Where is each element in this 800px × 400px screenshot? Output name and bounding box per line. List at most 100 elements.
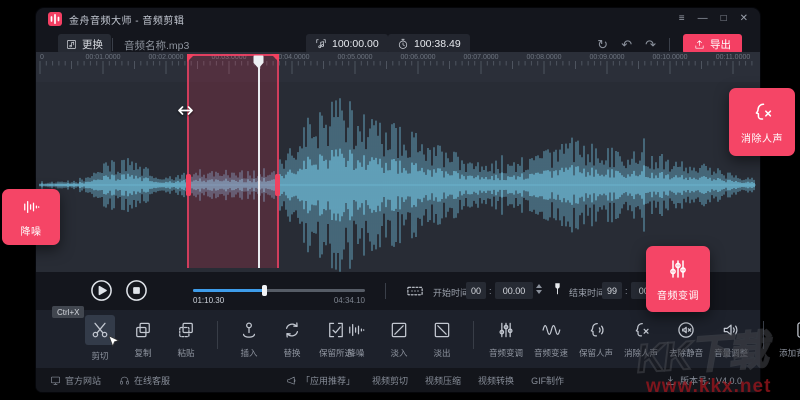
start-time-label: 开始时间: [433, 286, 469, 299]
statusbar-item-app-recommend[interactable]: 「应用推荐」: [286, 374, 355, 387]
progress-fill: [193, 289, 264, 292]
undo-icon[interactable]: ↶: [621, 38, 632, 51]
tool-pitch[interactable]: 音频变调: [489, 319, 523, 359]
start-pin-icon[interactable]: [550, 281, 565, 296]
denoise-bars-icon: [346, 320, 366, 340]
monitor-icon: [50, 375, 61, 386]
divider: [763, 321, 764, 349]
music-note-icon: [66, 39, 77, 50]
remove-vocal-x-icon: [750, 100, 774, 124]
timeline-label: 00:06.0000: [400, 54, 435, 61]
tool-remove-silence[interactable]: 去除静音: [669, 319, 703, 359]
divider: [112, 38, 113, 51]
elapsed-time-value: 100:38.49: [414, 38, 461, 50]
range-select-icon[interactable]: [406, 282, 424, 300]
statusbar-label: 官方网站: [65, 374, 101, 387]
selection-start-flag[interactable]: [187, 54, 195, 62]
selection-end-flag[interactable]: [271, 54, 279, 62]
play-button[interactable]: [90, 279, 113, 302]
menu-icon[interactable]: ≡: [679, 14, 685, 24]
start-minutes-input[interactable]: 00: [466, 282, 486, 299]
tool-insert[interactable]: 插入: [233, 319, 265, 359]
pitch-sliders-icon: [666, 257, 690, 281]
export-button[interactable]: 导出: [683, 34, 742, 54]
stop-button[interactable]: [125, 279, 148, 302]
version-info: 版本号：V4.0.0: [665, 374, 742, 387]
selection-region[interactable]: [187, 54, 279, 268]
fade-out-icon: [432, 320, 452, 340]
floating-remove-vocal-button[interactable]: 消除人声: [729, 88, 795, 156]
tool-replace[interactable]: 替换: [276, 319, 308, 359]
waveform[interactable]: [36, 82, 760, 272]
tool-speed[interactable]: 音频变速: [534, 319, 568, 359]
remove-silence-icon: [676, 320, 696, 340]
tool-volume[interactable]: 音量调整: [714, 319, 748, 359]
progress-slider[interactable]: [193, 289, 365, 292]
statusbar-label: 视频压缩: [425, 374, 461, 387]
version-text: 版本号：V4.0.0: [680, 374, 742, 387]
timeline-label: 00:01.0000: [85, 54, 120, 61]
end-minutes-input[interactable]: 99: [602, 282, 622, 299]
end-time-label: 结束时间: [569, 286, 605, 299]
scissors-icon: [90, 320, 110, 340]
status-bar: 官方网站 在线客服 「应用推荐」 视频剪切 视频压缩 视频转换 GIF制作 版本号：V4.…: [36, 368, 760, 392]
floating-pitch-button[interactable]: 音频变调: [646, 246, 710, 312]
start-time-stepper[interactable]: [536, 284, 542, 294]
tool-keep-vocal[interactable]: 保留人声: [579, 319, 613, 359]
selection-start-handle[interactable]: [186, 174, 191, 196]
statusbar-item-online-support[interactable]: 在线客服: [119, 374, 170, 387]
statusbar-item-video-cut[interactable]: 视频剪切: [372, 374, 408, 387]
refresh-icon[interactable]: ↻: [597, 38, 608, 51]
fade-in-icon: [389, 320, 409, 340]
maximize-icon[interactable]: □: [721, 14, 727, 24]
total-time: 04:34.10: [320, 296, 365, 305]
move-cursor-icon: [176, 101, 195, 120]
timeline-label: 00:05.0000: [337, 54, 372, 61]
tool-add-bgm[interactable]: 添加背景音乐: [779, 319, 800, 359]
playhead-line[interactable]: [258, 65, 260, 268]
timeline-label: 00:11.0000: [716, 54, 751, 61]
copy-icon: [133, 320, 153, 340]
timeline-label: 00:10.0000: [652, 54, 687, 61]
floating-button-label: 音频变调: [657, 287, 699, 302]
statusbar-label: GIF制作: [531, 374, 564, 387]
playhead-pin[interactable]: [253, 55, 264, 69]
statusbar-item-video-convert[interactable]: 视频转换: [478, 374, 514, 387]
waveform-stage[interactable]: 000:01.000000:02.000000:03.000000:04.000…: [36, 52, 760, 272]
total-duration-chip: 100:00.00: [306, 34, 388, 54]
audio-filename: 音频名称.mp3: [124, 38, 189, 53]
redo-icon[interactable]: ↷: [645, 38, 656, 51]
progress-knob[interactable]: [262, 285, 267, 296]
tool-label: 添加背景音乐: [779, 347, 800, 359]
minimize-icon[interactable]: —: [698, 14, 708, 24]
selection-end-handle[interactable]: [275, 174, 280, 196]
statusbar-item-gif-maker[interactable]: GIF制作: [531, 374, 564, 387]
insert-pin-icon: [239, 320, 259, 340]
replace-cycle-icon: [282, 320, 302, 340]
close-icon[interactable]: ✕: [740, 14, 748, 24]
statusbar-item-official-site[interactable]: 官方网站: [50, 374, 101, 387]
tool-cut[interactable]: 剪切Ctrl+X: [84, 319, 116, 362]
tool-fade-in[interactable]: 淡入: [383, 319, 415, 359]
upload-icon: [694, 39, 705, 50]
colon: :: [625, 286, 628, 296]
divider: [385, 283, 386, 299]
tool-copy[interactable]: 复制: [127, 319, 159, 359]
title-bar: 金舟音频大师 - 音频剪辑 ≡ — □ ✕: [36, 8, 760, 30]
tool-label: 插入: [240, 347, 257, 359]
tool-denoise[interactable]: 降噪: [340, 319, 372, 359]
start-seconds-input[interactable]: 00.00: [495, 282, 533, 299]
divider: [473, 321, 474, 349]
screen: 金舟音频大师 - 音频剪辑 ≡ — □ ✕ 更换 音频名称.mp3 100:00…: [0, 0, 800, 400]
floating-denoise-button[interactable]: 降噪: [2, 189, 60, 245]
statusbar-item-video-compress[interactable]: 视频压缩: [425, 374, 461, 387]
tool-fade-out[interactable]: 淡出: [426, 319, 458, 359]
timeline-ruler[interactable]: 000:01.000000:02.000000:03.000000:04.000…: [36, 52, 760, 82]
replace-audio-button[interactable]: 更换: [58, 34, 111, 54]
floating-button-label: 消除人声: [741, 130, 783, 145]
tool-label: 保留人声: [579, 347, 613, 359]
denoise-bars-icon: [21, 197, 41, 217]
tool-remove-vocal[interactable]: 消除人声: [624, 319, 658, 359]
tool-paste[interactable]: 粘贴: [170, 319, 202, 359]
app-window: 金舟音频大师 - 音频剪辑 ≡ — □ ✕ 更换 音频名称.mp3 100:00…: [36, 8, 760, 392]
